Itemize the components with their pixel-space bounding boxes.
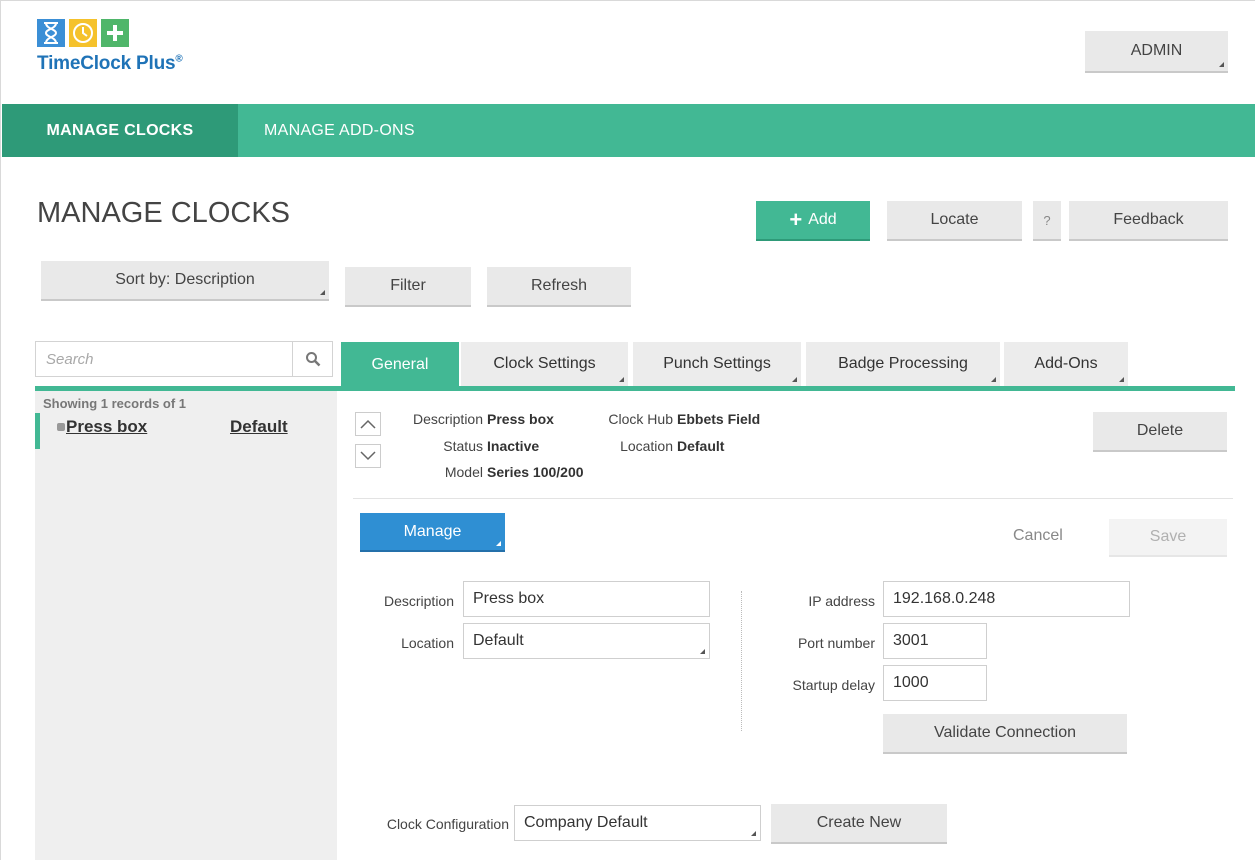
divider — [353, 498, 1233, 499]
app-name-text: TimeClock Plus — [37, 53, 176, 74]
info-hub-value: Ebbets Field — [677, 411, 761, 427]
ip-address-field[interactable]: 192.168.0.248 — [883, 581, 1130, 617]
add-button-label: Add — [808, 211, 837, 228]
info-clock-hub: Clock Hub Ebbets Field — [601, 411, 760, 427]
info-description-label: Description — [412, 411, 483, 427]
info-location-label: Location — [620, 438, 673, 454]
info-model-value: Series 100/200 — [487, 464, 584, 480]
search-icon[interactable] — [292, 342, 332, 376]
status-dot-icon — [57, 423, 65, 431]
info-model-label: Model — [444, 464, 483, 480]
clock-configuration-label: Clock Configuration — [386, 816, 509, 832]
validate-connection-button[interactable]: Validate Connection — [883, 714, 1127, 754]
page-title: MANAGE CLOCKS — [37, 197, 290, 229]
save-button[interactable]: Save — [1109, 519, 1227, 557]
previous-record-button[interactable] — [355, 412, 381, 436]
app-name: TimeClock Plus® — [37, 53, 237, 75]
app-logo: TimeClock Plus® — [37, 19, 237, 91]
info-description-value: Press box — [487, 411, 554, 427]
plus-icon — [101, 19, 129, 47]
help-button[interactable]: ? — [1033, 201, 1061, 241]
search-input[interactable] — [36, 342, 292, 376]
tab-clock-settings[interactable]: Clock Settings — [461, 342, 628, 386]
tab-punch-settings[interactable]: Punch Settings — [633, 342, 801, 386]
description-field[interactable]: Press box — [463, 581, 710, 617]
create-new-button[interactable]: Create New — [771, 804, 947, 844]
ip-address-label: IP address — [808, 593, 875, 609]
tab-add-ons[interactable]: Add-Ons — [1004, 342, 1128, 386]
clock-icon — [69, 19, 97, 47]
port-number-label: Port number — [797, 635, 875, 651]
startup-delay-field[interactable]: 1000 — [883, 665, 987, 701]
info-status-value: Inactive — [487, 438, 540, 454]
info-status-label: Status — [443, 438, 483, 454]
delete-button[interactable]: Delete — [1093, 412, 1227, 452]
search-box — [35, 341, 333, 377]
info-hub-label: Clock Hub — [608, 411, 673, 427]
chevron-up-icon — [360, 419, 376, 429]
info-location-value: Default — [677, 438, 725, 454]
registered-mark: ® — [175, 53, 183, 65]
add-button[interactable]: + Add — [756, 201, 870, 241]
location-select[interactable]: Default — [463, 623, 710, 659]
list-item-location[interactable]: Default — [230, 417, 288, 437]
nav-manage-clocks[interactable]: MANAGE CLOCKS — [2, 104, 238, 157]
refresh-button[interactable]: Refresh — [487, 267, 631, 307]
filter-button[interactable]: Filter — [345, 267, 471, 307]
startup-delay-label: Startup delay — [792, 677, 876, 693]
location-label: Location — [401, 635, 454, 651]
tab-badge-processing[interactable]: Badge Processing — [806, 342, 1000, 386]
hourglass-icon — [37, 19, 65, 47]
list-item[interactable]: Press box Default — [35, 413, 337, 449]
clock-configuration-select[interactable]: Company Default — [514, 805, 761, 841]
chevron-down-icon — [360, 451, 376, 461]
locate-button[interactable]: Locate — [887, 201, 1022, 241]
plus-icon: + — [789, 207, 803, 232]
app-window: TimeClock Plus® ADMIN MANAGE CLOCKS MANA… — [0, 0, 1255, 860]
info-status: Status Inactive — [397, 438, 539, 454]
info-description: Description Press box — [397, 411, 554, 427]
nav-manage-add-ons[interactable]: MANAGE ADD-ONS — [264, 104, 415, 157]
logo-icons — [37, 19, 237, 47]
description-label: Description — [383, 593, 454, 609]
records-summary: Showing 1 records of 1 — [43, 396, 187, 411]
user-menu-button[interactable]: ADMIN — [1085, 31, 1228, 73]
port-number-field[interactable]: 3001 — [883, 623, 987, 659]
manage-dropdown-button[interactable]: Manage — [360, 513, 505, 552]
feedback-button[interactable]: Feedback — [1069, 201, 1228, 241]
tab-general[interactable]: General — [341, 342, 459, 388]
sort-dropdown[interactable]: Sort by: Description — [41, 261, 329, 301]
next-record-button[interactable] — [355, 444, 381, 468]
form-column-divider — [741, 591, 742, 731]
clock-list: Showing 1 records of 1 Press box Default — [35, 391, 337, 860]
list-item-name[interactable]: Press box — [66, 417, 147, 437]
cancel-button[interactable]: Cancel — [1013, 527, 1063, 545]
top-nav: MANAGE CLOCKS MANAGE ADD-ONS — [2, 104, 1255, 157]
info-model: Model Series 100/200 — [397, 464, 584, 480]
info-location: Location Default — [601, 438, 724, 454]
